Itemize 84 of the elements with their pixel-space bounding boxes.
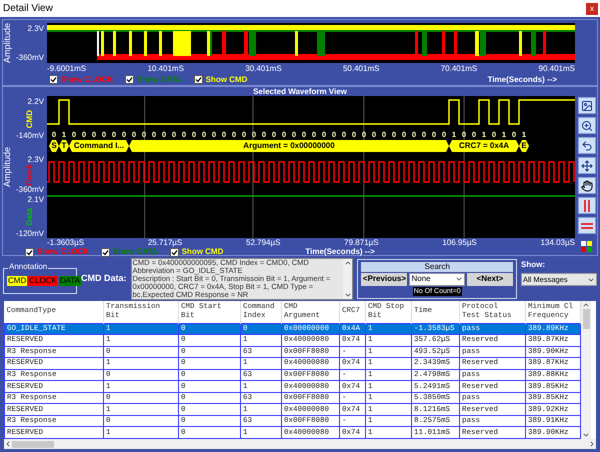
check-icon xyxy=(102,248,109,256)
x-tick-label: 79.871µS xyxy=(344,238,379,247)
checkbox[interactable] xyxy=(49,75,58,84)
lane-label: Clock xyxy=(26,164,34,186)
x-tick-label: 134.03µS xyxy=(540,238,575,247)
frame-segment: CRC7 = 0x4A xyxy=(449,140,519,152)
scroll-down-icon[interactable] xyxy=(582,431,590,439)
vertical-scrollbar[interactable] xyxy=(581,301,591,439)
axis-min-label: -360mV xyxy=(16,54,44,62)
legend-tag: CMD xyxy=(7,276,28,286)
horizontal-lines-icon xyxy=(581,222,593,230)
scroll-right-icon[interactable] xyxy=(588,440,596,448)
x-tick-label: 106.95µS xyxy=(442,238,477,247)
axis-max-label: 2.3V xyxy=(28,25,44,33)
zoom-icon xyxy=(581,120,593,132)
x-tick-label: 10.401mS xyxy=(147,64,184,74)
move-icon xyxy=(581,160,593,172)
check-icon xyxy=(194,76,202,83)
y-axis-label: Amplitude xyxy=(3,146,13,188)
x-tick-label: -1.3603µS xyxy=(47,238,84,247)
checkbox[interactable] xyxy=(101,248,110,256)
image-icon xyxy=(581,100,593,112)
y-axis-label: Amplitude xyxy=(3,23,13,64)
x-axis-label: Time(Seconds) --> xyxy=(305,247,375,258)
scroll-thumb[interactable] xyxy=(12,440,54,448)
scroll-thumb[interactable] xyxy=(582,309,590,329)
frame-segment: S xyxy=(49,140,59,152)
frame-segment: E xyxy=(519,140,529,152)
field-label: Show: xyxy=(521,259,546,271)
image-button[interactable] xyxy=(578,97,596,114)
scroll-up-icon[interactable] xyxy=(582,301,590,309)
horizontal-cursor-button[interactable] xyxy=(578,217,596,234)
hand-icon xyxy=(581,180,593,192)
field-label: CMD Data: xyxy=(81,272,127,285)
x-tick-label: 25.717µS xyxy=(148,238,182,247)
x-tick-label: 50.401mS xyxy=(342,64,380,74)
frame-segment: Argument = 0x00000000 xyxy=(129,140,449,152)
legend-tag: DATA xyxy=(58,276,81,286)
frame-segment: T xyxy=(59,140,69,152)
axis-max-label: 2.1V xyxy=(28,196,44,204)
checkbox[interactable] xyxy=(25,248,34,256)
undo-button[interactable] xyxy=(578,137,596,154)
zoom-button[interactable] xyxy=(578,117,596,134)
color-palette-icon xyxy=(580,240,594,254)
x-tick-label: 70.401mS xyxy=(440,64,478,74)
x-tick-label: 30.401mS xyxy=(245,64,282,74)
checkbox-label[interactable]: Show CMD xyxy=(206,74,248,86)
undo-icon xyxy=(581,140,593,152)
x-tick-label: -9.6001mS xyxy=(47,64,86,74)
window-title: Detail View xyxy=(3,2,53,16)
check-icon xyxy=(170,248,178,256)
checkbox[interactable] xyxy=(125,75,134,84)
legend-tag: CLOCK xyxy=(28,276,58,286)
axis-min-label: -360mV xyxy=(16,186,44,194)
horizontal-scrollbar[interactable] xyxy=(4,439,596,449)
checkbox-label[interactable]: Show CMD xyxy=(182,246,224,258)
lane-label: Data xyxy=(26,208,34,226)
x-axis-label: Time(Seconds) --> xyxy=(488,74,557,86)
axis-min-label: -140mV xyxy=(16,132,44,140)
move-button[interactable] xyxy=(578,157,596,174)
axis-max-label: 2.3V xyxy=(28,156,44,164)
x-tick-label: 90.401mS xyxy=(538,64,575,74)
lane-label: CMD xyxy=(26,110,34,128)
dropdown-icon xyxy=(455,275,463,283)
select-value: None xyxy=(411,273,431,285)
group-title: Search xyxy=(361,262,513,272)
frame-segment: Command I... xyxy=(69,140,129,152)
group-title: Annotation xyxy=(8,262,48,270)
x-tick-label: 52.794µS xyxy=(246,238,280,247)
axis-max-label: 2.2V xyxy=(28,98,44,106)
axis-min-label: -120mV xyxy=(16,230,44,238)
checkbox[interactable] xyxy=(194,75,203,84)
previous-button[interactable]: <Previous> xyxy=(361,272,408,286)
panel-title: Selected Waveform View xyxy=(252,87,348,96)
checkbox[interactable] xyxy=(170,248,179,256)
vertical-lines-icon xyxy=(583,200,591,212)
check-icon xyxy=(26,248,33,256)
next-button[interactable]: <Next> xyxy=(467,272,513,286)
check-icon xyxy=(50,76,57,83)
check-icon xyxy=(126,76,133,83)
close-button[interactable]: x xyxy=(586,2,598,14)
scroll-left-icon[interactable] xyxy=(4,440,12,448)
search-filter-select[interactable]: None xyxy=(409,272,465,286)
pan-button[interactable] xyxy=(578,177,596,194)
